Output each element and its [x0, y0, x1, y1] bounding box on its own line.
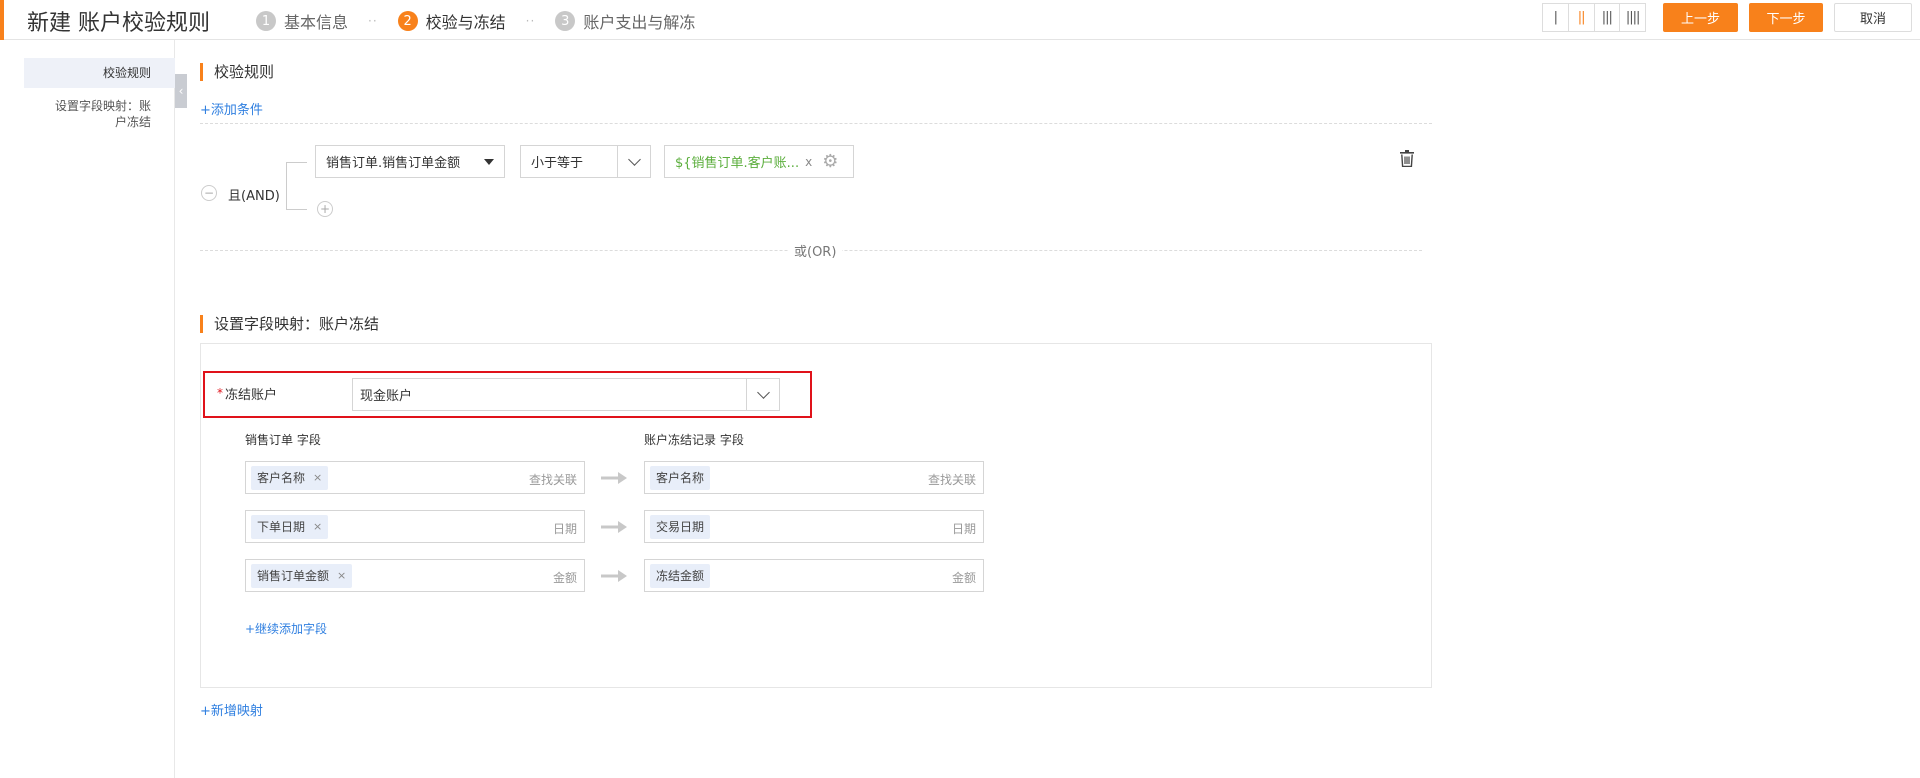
trash-icon[interactable] [1400, 150, 1414, 167]
required-mark: * [217, 386, 223, 400]
sidebar-collapse-button[interactable]: ‹ [175, 74, 187, 108]
gear-icon[interactable]: ⚙ [822, 151, 838, 172]
section-title-field-mapping: 设置字段映射：账户冻结 [200, 315, 379, 333]
clear-icon[interactable]: x [805, 155, 812, 169]
field-tag: 客户名称 × [251, 465, 329, 490]
chevron-down-icon [746, 379, 779, 410]
condition-field-select[interactable]: 销售订单.销售订单金额 [315, 145, 505, 178]
field-tag: 下单日期 × [251, 514, 329, 539]
freeze-account-value: 现金账户 [360, 389, 413, 404]
arrow-right-icon [601, 472, 627, 484]
step-label: 基本信息 [284, 13, 349, 32]
condition-operator-value: 小于等于 [531, 156, 584, 171]
divider [200, 123, 1432, 124]
add-condition-link[interactable]: +添加条件 [200, 99, 263, 118]
freeze-account-label: 冻结账户 [225, 388, 278, 403]
page-title: 新建 账户校验规则 [27, 11, 210, 36]
step-indicator: 1 基本信息 ·· 2 校验与冻结 ·· 3 账户支出与解冻 [256, 9, 695, 33]
field-tag-label: 下单日期 [257, 520, 306, 534]
caret-down-icon [484, 159, 494, 165]
source-field-input[interactable]: 下单日期 × 日期 [245, 510, 585, 543]
remove-tag-icon[interactable]: × [337, 569, 346, 582]
layout-2-column-button[interactable]: || [1569, 4, 1595, 31]
field-tag-label: 销售订单金额 [257, 569, 330, 583]
chevron-left-icon: ‹ [178, 84, 184, 98]
add-mapping-link[interactable]: +新增映射 [200, 700, 263, 719]
step-number: 1 [256, 11, 276, 31]
next-step-button[interactable]: 下一步 [1749, 3, 1823, 32]
section-title-rules: 校验规则 [200, 63, 274, 81]
layout-3-column-button[interactable]: ||| [1595, 4, 1621, 31]
or-label: 或(OR) [788, 241, 843, 260]
right-column-header: 账户冻结记录 字段 [644, 433, 744, 447]
target-field-input[interactable]: 冻结金额 金额 [644, 559, 984, 592]
field-type-label: 查找关联 [528, 473, 577, 487]
freeze-account-row: * 冻结账户 现金账户 [203, 371, 812, 418]
cancel-button[interactable]: 取消 [1834, 3, 1912, 32]
add-subcondition-button[interactable]: + [317, 201, 333, 217]
layout-1-column-button[interactable]: | [1543, 4, 1569, 31]
minus-icon: − [203, 186, 215, 200]
field-tag: 销售订单金额 × [251, 563, 353, 588]
chevron-down-icon [617, 146, 650, 177]
remove-group-button[interactable]: − [201, 185, 217, 201]
step-label: 校验与冻结 [425, 13, 506, 32]
step-separator: ·· [368, 14, 378, 28]
condition-field-value: 销售订单.销售订单金额 [326, 156, 461, 171]
step-verify-freeze[interactable]: 2 校验与冻结 [397, 9, 506, 33]
field-tag: 冻结金额 [650, 563, 711, 588]
condition-operator-select[interactable]: 小于等于 [520, 145, 651, 178]
step-basic-info[interactable]: 1 基本信息 [256, 9, 348, 33]
column-layout-toggle: | || ||| |||| [1542, 3, 1646, 32]
target-field-input[interactable]: 交易日期 日期 [644, 510, 984, 543]
field-type-label: 金额 [552, 571, 577, 585]
field-type-label: 金额 [951, 571, 976, 585]
sidebar-item-rules[interactable]: 校验规则 [24, 58, 175, 88]
arrow-right-icon [601, 521, 627, 533]
remove-tag-icon[interactable]: × [313, 520, 322, 533]
condition-value-field[interactable]: ${销售订单.客户账... x ⚙ [664, 145, 854, 178]
prev-step-button[interactable]: 上一步 [1663, 3, 1738, 32]
source-field-input[interactable]: 销售订单金额 × 金额 [245, 559, 585, 592]
field-tag-label: 交易日期 [656, 520, 705, 534]
sidebar: 校验规则 设置字段映射：账户冻结 [0, 40, 175, 778]
field-tag-label: 客户名称 [257, 471, 306, 485]
top-bar: 新建 账户校验规则 1 基本信息 ·· 2 校验与冻结 ·· 3 账户支出与解冻… [0, 0, 1920, 40]
condition-value-text: ${销售订单.客户账... [675, 156, 800, 171]
sidebar-item-field-mapping[interactable]: 设置字段映射：账户冻结 [52, 98, 175, 130]
field-tag-label: 冻结金额 [656, 569, 705, 583]
field-tag: 客户名称 [650, 465, 711, 490]
add-field-link[interactable]: +继续添加字段 [245, 620, 327, 637]
field-tag: 交易日期 [650, 514, 711, 539]
step-separator: ·· [525, 14, 536, 28]
step-number: 2 [397, 11, 418, 31]
step-label: 账户支出与解冻 [583, 13, 696, 32]
field-tag-label: 客户名称 [656, 471, 705, 485]
left-column-header: 销售订单 字段 [245, 433, 321, 447]
arrow-right-icon [601, 570, 627, 582]
target-field-input[interactable]: 客户名称 查找关联 [644, 461, 984, 494]
source-field-input[interactable]: 客户名称 × 查找关联 [245, 461, 585, 494]
field-type-label: 日期 [951, 522, 976, 536]
step-expense-unfreeze[interactable]: 3 账户支出与解冻 [555, 9, 695, 33]
freeze-account-select[interactable]: 现金账户 [352, 378, 780, 411]
remove-tag-icon[interactable]: × [313, 471, 322, 484]
logic-label: 且(AND) [228, 189, 280, 204]
title-accent-bar [0, 0, 4, 40]
plus-icon: + [319, 202, 331, 216]
step-number: 3 [555, 11, 576, 31]
field-type-label: 日期 [552, 522, 577, 536]
logic-bracket [286, 162, 307, 210]
layout-4-column-button[interactable]: |||| [1620, 4, 1645, 31]
field-type-label: 查找关联 [927, 473, 976, 487]
